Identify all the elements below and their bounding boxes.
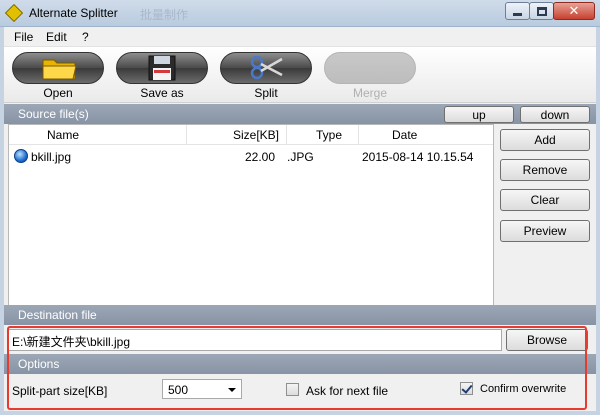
column-separator[interactable]: [286, 125, 287, 145]
remove-button[interactable]: Remove: [500, 159, 590, 181]
column-date[interactable]: Date: [392, 128, 417, 142]
menu-file[interactable]: File: [14, 30, 33, 44]
window-title-ghost: 批量制作: [140, 8, 189, 22]
merge-button[interactable]: Merge: [324, 52, 416, 100]
table-row[interactable]: bkill.jpg 22.00 .JPG 2015-08-14 10.15.54: [9, 147, 493, 166]
split-button[interactable]: Split: [220, 52, 312, 100]
preview-button[interactable]: Preview: [500, 220, 590, 242]
column-type[interactable]: Type: [316, 128, 342, 142]
browse-button[interactable]: Browse: [506, 329, 588, 351]
maximize-icon: [536, 6, 547, 16]
move-down-button[interactable]: down: [520, 106, 590, 123]
chevron-down-icon: [228, 388, 236, 392]
confirm-overwrite-checkbox[interactable]: [460, 382, 473, 395]
window-title: Alternate Splitter: [29, 6, 118, 20]
file-size: 22.00: [245, 150, 276, 164]
destination-file-header: Destination file: [4, 305, 596, 325]
open-label: Open: [43, 86, 73, 100]
ask-next-file-label: Ask for next file: [306, 384, 389, 398]
menu-edit[interactable]: Edit: [46, 30, 67, 44]
merge-label: Merge: [352, 86, 387, 100]
close-button[interactable]: ✕: [553, 2, 595, 20]
close-icon: ✕: [568, 3, 580, 19]
file-date: 2015-08-14 10.15.54: [362, 150, 474, 164]
column-separator[interactable]: [358, 125, 359, 145]
window-frame: File Edit ? Open Save as Split Merge Sou…: [0, 27, 600, 415]
menu-bar: File Edit ?: [4, 27, 596, 47]
move-up-button[interactable]: up: [444, 106, 514, 123]
ask-next-file-checkbox[interactable]: [286, 383, 299, 396]
file-name: bkill.jpg: [31, 150, 72, 164]
maximize-button[interactable]: [529, 2, 554, 20]
column-separator[interactable]: [186, 125, 187, 145]
split-size-combo[interactable]: 500: [162, 379, 242, 399]
scissors-icon: [250, 55, 283, 80]
menu-help[interactable]: ?: [82, 30, 89, 44]
split-size-value: 500: [168, 383, 189, 397]
file-type: .JPG: [287, 150, 314, 164]
add-button[interactable]: Add: [500, 129, 590, 151]
title-bar[interactable]: Alternate Splitter 批量制作 ✕: [0, 0, 600, 27]
destination-path-input[interactable]: E:\新建文件夹\bkill.jpg: [8, 329, 502, 351]
open-button[interactable]: Open: [12, 52, 104, 100]
image-file-icon: [14, 149, 28, 163]
options-header: Options: [4, 354, 596, 374]
file-list-header: Name Size[KB] Type Date: [9, 125, 493, 145]
floppy-disk-icon: [148, 55, 176, 81]
split-size-label: Split-part size[KB]: [12, 384, 108, 398]
options-title: Options: [18, 357, 60, 371]
save-as-button[interactable]: Save as: [116, 52, 208, 100]
split-label: Split: [254, 86, 278, 100]
minimize-button[interactable]: [505, 2, 530, 20]
minimize-icon: [513, 12, 522, 16]
column-size[interactable]: Size[KB]: [233, 128, 279, 142]
confirm-overwrite-label: Confirm overwrite: [480, 383, 567, 395]
merge-button-plate: [324, 52, 416, 84]
destination-file-title: Destination file: [18, 308, 97, 322]
clear-button[interactable]: Clear: [500, 189, 590, 211]
source-file-list[interactable]: Name Size[KB] Type Date bkill.jpg 22.00 …: [8, 124, 494, 306]
folder-icon: [42, 59, 77, 80]
toolbar: Open Save as Split Merge: [4, 47, 596, 103]
column-name[interactable]: Name: [47, 128, 79, 142]
save-as-label: Save as: [140, 86, 184, 100]
app-icon: [4, 3, 24, 23]
source-files-title: Source file(s): [18, 107, 89, 121]
